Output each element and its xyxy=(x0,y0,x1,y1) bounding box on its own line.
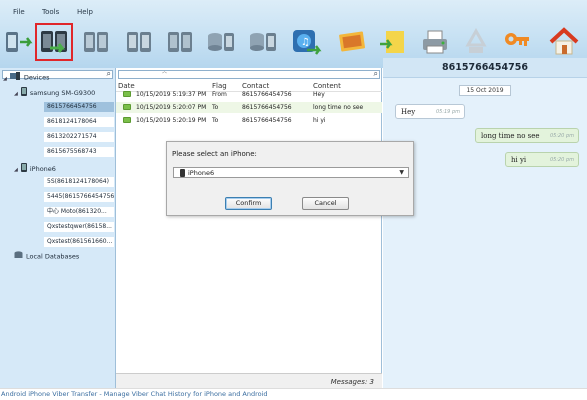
bubble-time: 05:19 pm xyxy=(435,109,460,115)
collapse-icon[interactable]: ◢ xyxy=(14,165,18,175)
menu-file[interactable]: File xyxy=(13,8,25,16)
recycle-icon[interactable] xyxy=(458,24,494,60)
bubble-text: hi yi xyxy=(511,156,527,164)
cell-date: 10/15/2019 5:19:37 PM xyxy=(136,91,207,98)
phone-backup-icon[interactable] xyxy=(162,24,198,60)
database-icon xyxy=(14,251,23,262)
tree-iphone[interactable]: ◢ iPhone6 xyxy=(14,163,56,173)
chat-bubble-outgoing: hi yi 05:20 pm xyxy=(505,152,579,167)
iphone-icon xyxy=(20,163,27,175)
android-phone-icon xyxy=(20,87,27,99)
tree-devices-label: Devices xyxy=(23,73,50,82)
app-footer: Android iPhone Viber Transfer - Manage V… xyxy=(0,388,587,400)
chat-bubble-incoming: Hey 05:19 pm xyxy=(395,104,465,119)
itunes-icon[interactable]: ♫ xyxy=(287,24,323,60)
phone-export-icon[interactable] xyxy=(78,24,114,60)
chat-date-badge: 15 Oct 2019 xyxy=(459,85,511,96)
cell-date: 10/15/2019 5:20:07 PM xyxy=(136,104,207,111)
database-sync-icon[interactable] xyxy=(245,24,281,60)
cell-flag: From xyxy=(212,91,227,98)
cell-contact: 8615766454756 xyxy=(242,91,292,98)
tree-contact-item[interactable]: 5S(8618124178064) xyxy=(44,177,114,187)
dialog-prompt: Please select an iPhone: xyxy=(172,150,257,158)
tree-contact-item[interactable]: Qxstest(861561660... xyxy=(44,237,114,247)
tree-contact-item[interactable]: 中心 Moto(861320... xyxy=(44,207,114,217)
tree-contact-item[interactable]: Qxstestqwer(86158... xyxy=(44,222,114,232)
bubble-time: 05:20 pm xyxy=(549,157,574,163)
search-icon[interactable]: ⌕ xyxy=(107,69,111,79)
phone-import-icon[interactable] xyxy=(121,24,157,60)
footer-caption: Android iPhone Viber Transfer - Manage V… xyxy=(1,390,268,398)
cell-flag: To xyxy=(212,117,219,124)
tree-contact-item[interactable]: 8615766454756 xyxy=(44,102,114,112)
bubble-text: Hey xyxy=(401,108,416,116)
cancel-button[interactable]: Cancel xyxy=(302,197,349,210)
tree-local-databases[interactable]: Local Databases xyxy=(14,251,79,261)
table-row[interactable]: 10/15/2019 5:19:37 PM From 8615766454756… xyxy=(116,89,382,100)
cell-contact: 8615766454756 xyxy=(242,104,292,111)
select-iphone-dialog: Please select an iPhone: iPhone6 ▼ Confi… xyxy=(166,141,414,216)
cell-content: Hey xyxy=(313,91,325,98)
iphone-select-value: iPhone6 xyxy=(188,169,215,177)
tree-samsung-label: samsung SM-G9300 xyxy=(29,89,96,97)
iphone-select[interactable]: iPhone6 ▼ xyxy=(173,167,409,178)
tree-local-label: Local Databases xyxy=(26,252,80,261)
key-icon[interactable] xyxy=(499,24,535,60)
export-image-icon[interactable] xyxy=(335,24,371,60)
tree-contact-item[interactable]: 5445(8615766454756) xyxy=(44,192,114,202)
svg-text:♫: ♫ xyxy=(301,37,310,48)
iphone-icon xyxy=(180,169,185,177)
print-icon[interactable] xyxy=(417,24,453,60)
cell-date: 10/15/2019 5:20:19 PM xyxy=(136,117,207,124)
tree-iphone-label: iPhone6 xyxy=(29,165,56,173)
phone-sync-icon[interactable] xyxy=(0,24,36,60)
message-icon xyxy=(123,91,131,97)
menu-tools[interactable]: Tools xyxy=(42,8,59,16)
database-export-icon[interactable] xyxy=(203,24,239,60)
message-list-panel: ⌕ ︿ Date Flag Contact Content 10/15/2019… xyxy=(116,68,382,388)
bubble-time: 05:20 pm xyxy=(549,133,574,139)
cell-contact: 8615766454756 xyxy=(242,117,292,124)
cell-flag: To xyxy=(212,104,219,111)
bubble-text: long time no see xyxy=(481,132,540,140)
tree-samsung[interactable]: ◢ samsung SM-G9300 xyxy=(14,87,95,97)
tree-contact-item[interactable]: 8613202271574 xyxy=(44,132,114,142)
tree-contact-item[interactable]: 8615675568743 xyxy=(44,147,114,157)
sort-indicator-icon: ︿ xyxy=(162,69,168,75)
status-bar: Messages: 3 xyxy=(116,373,382,388)
chat-title: 8615766454756 xyxy=(383,58,587,78)
cell-content: long time no see xyxy=(313,104,364,111)
message-search-input[interactable]: ⌕ xyxy=(118,69,380,79)
search-icon[interactable]: ⌕ xyxy=(374,69,378,79)
home-icon[interactable] xyxy=(546,24,582,60)
collapse-icon[interactable]: ◢ xyxy=(14,89,18,99)
message-icon xyxy=(123,117,131,123)
message-count: Messages: 3 xyxy=(330,378,374,386)
app-window: File Tools Help ♫ ⌕ ◢ Devices ◢ samsung … xyxy=(0,0,587,400)
tree-contact-item[interactable]: 8618124178064 xyxy=(44,117,114,127)
devices-icon xyxy=(9,72,21,83)
chat-bubble-outgoing: long time no see 05:20 pm xyxy=(475,128,579,143)
tree-devices[interactable]: ◢ Devices xyxy=(3,72,49,82)
menu-help[interactable]: Help xyxy=(77,8,93,16)
message-icon xyxy=(123,104,131,110)
table-row[interactable]: 10/15/2019 5:20:07 PM To 8615766454756 l… xyxy=(116,102,382,113)
transfer-phones-icon[interactable] xyxy=(35,23,73,61)
export-note-icon[interactable] xyxy=(376,24,412,60)
device-tree-panel: ⌕ ◢ Devices ◢ samsung SM-G9300 86157664547… xyxy=(0,68,116,388)
cell-content: hi yi xyxy=(313,117,326,124)
chevron-down-icon[interactable]: ▼ xyxy=(399,169,404,176)
confirm-button[interactable]: Confirm xyxy=(225,197,272,210)
chat-panel: 8615766454756 15 Oct 2019 Hey 05:19 pm l… xyxy=(383,58,587,388)
table-row[interactable]: 10/15/2019 5:20:19 PM To 8615766454756 h… xyxy=(116,115,382,126)
collapse-icon[interactable]: ◢ xyxy=(3,74,7,84)
